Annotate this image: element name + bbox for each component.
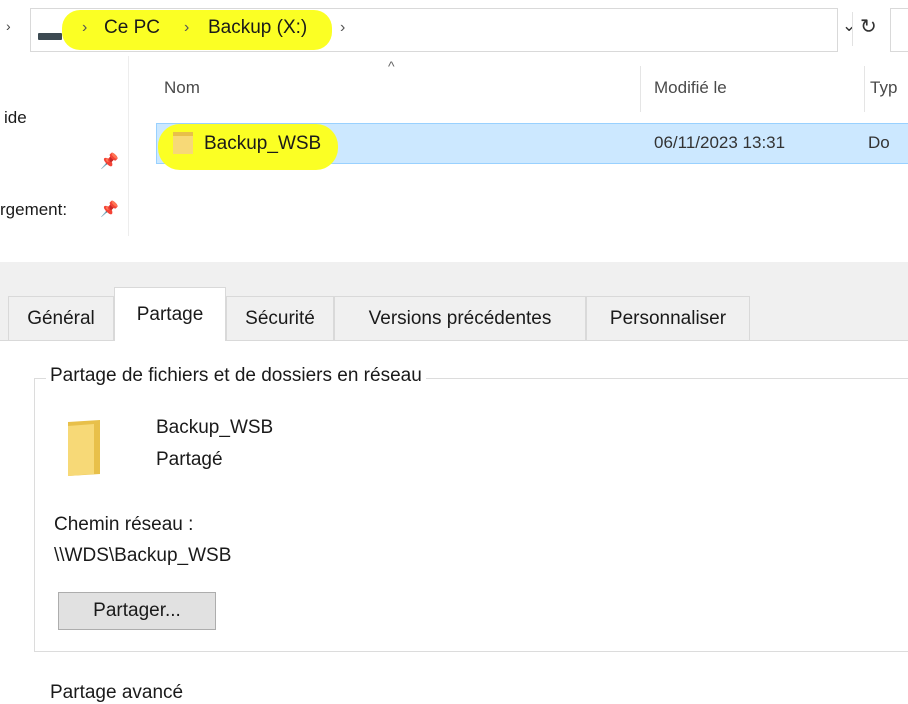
divider	[852, 12, 853, 46]
share-status: Partagé	[156, 449, 223, 470]
file-modified: 06/11/2023 13:31	[654, 133, 786, 152]
tab-security[interactable]: Sécurité	[226, 296, 334, 340]
pin-icon: 📌	[100, 201, 119, 218]
shared-folder-name: Backup_WSB	[156, 417, 274, 438]
explorer-window: › › Ce PC › Backup (X:) › ⌄ ↻ ide 📌 rgem…	[0, 0, 908, 262]
breadcrumb-backup-drive[interactable]: Backup (X:)	[208, 17, 307, 39]
breadcrumb-this-pc[interactable]: Ce PC	[104, 17, 160, 39]
tab-sharing[interactable]: Partage	[114, 287, 226, 341]
refresh-icon[interactable]: ↻	[860, 14, 877, 39]
pane-divider	[128, 56, 129, 236]
nav-pane-item[interactable]: rgement:	[0, 200, 67, 220]
network-path-value: \\WDS\Backup_WSB	[54, 545, 232, 566]
drive-icon	[38, 33, 62, 40]
recent-locations-chevron-icon[interactable]: ›	[6, 18, 11, 34]
group-title: Partage de fichiers et de dossiers en ré…	[46, 365, 426, 387]
column-separator[interactable]	[640, 66, 641, 112]
share-button[interactable]: Partager...	[58, 592, 216, 630]
pin-icon: 📌	[100, 153, 119, 170]
breadcrumb-chevron-icon[interactable]: ›	[340, 19, 345, 37]
folder-icon	[173, 132, 193, 154]
column-header-name[interactable]: Nom	[164, 78, 200, 98]
breadcrumb-chevron-icon[interactable]: ›	[82, 19, 87, 37]
breadcrumb-chevron-icon[interactable]: ›	[184, 19, 189, 37]
address-dropdown-icon[interactable]: ⌄	[842, 16, 856, 36]
column-header-modified[interactable]: Modifié le	[654, 78, 727, 98]
column-header-type[interactable]: Typ	[870, 78, 897, 98]
file-type: Do	[868, 133, 890, 152]
column-separator[interactable]	[864, 66, 865, 112]
nav-pane-item[interactable]: ide	[4, 108, 27, 128]
sort-ascending-icon: ^	[388, 58, 395, 74]
tab-previous-versions[interactable]: Versions précédentes	[334, 296, 586, 340]
tab-customize[interactable]: Personnaliser	[586, 296, 750, 340]
tab-general[interactable]: Général	[8, 296, 114, 340]
advanced-sharing-title: Partage avancé	[50, 682, 184, 703]
search-box[interactable]	[890, 8, 908, 52]
folder-icon	[68, 420, 100, 476]
file-name[interactable]: Backup_WSB	[204, 133, 321, 155]
network-path-label: Chemin réseau :	[54, 514, 194, 535]
